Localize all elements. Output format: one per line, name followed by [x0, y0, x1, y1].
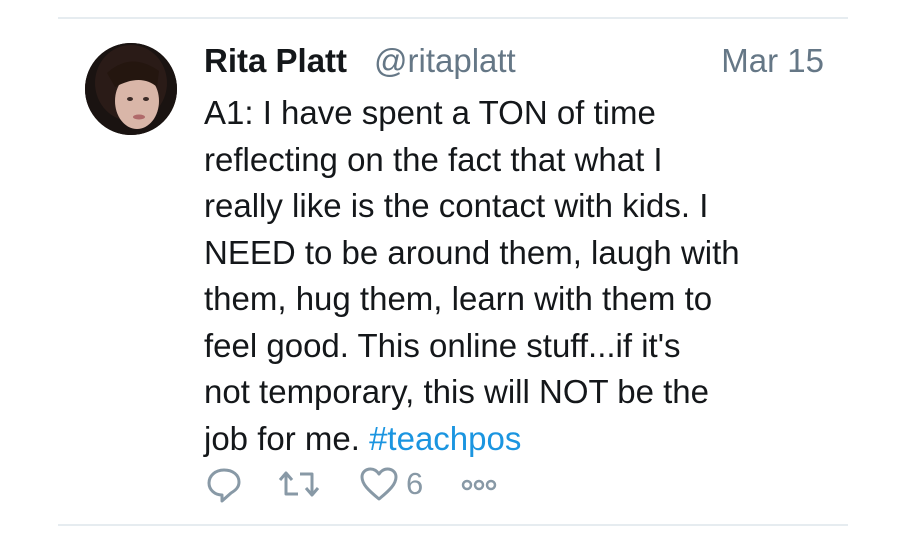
top-divider: [58, 17, 848, 19]
retweet-button[interactable]: [276, 462, 322, 506]
retweet-icon: [278, 471, 320, 497]
like-button[interactable]: 6: [358, 462, 423, 506]
tweet-page: Rita Platt @ritaplatt Mar 15 A1: I have …: [0, 0, 900, 542]
more-button[interactable]: [458, 462, 500, 506]
heart-icon: [360, 467, 398, 501]
tweet-timestamp[interactable]: Mar 15: [721, 38, 824, 84]
avatar[interactable]: [85, 43, 177, 135]
hashtag-link[interactable]: #teachpos: [369, 420, 521, 457]
reply-button[interactable]: [204, 462, 244, 506]
tweet-header: Rita Platt @ritaplatt Mar 15: [204, 38, 824, 88]
tweet-text-line: them, hug them, learn with them to: [204, 280, 713, 317]
tweet-text-line: NEED to be around them, laugh with: [204, 233, 740, 271]
tweet-text-line: really like is the contact with kids. I: [204, 187, 709, 224]
tweet-text-line: feel good. This online stuff...if it's: [204, 326, 681, 364]
author-handle[interactable]: @ritaplatt: [374, 38, 516, 84]
tweet-text-line: A1: I have spent a TON of time: [204, 94, 656, 131]
profile-photo-icon: [85, 43, 177, 135]
tweet-actions: 6: [204, 462, 534, 506]
reply-icon: [207, 468, 241, 503]
like-count: 6: [406, 466, 424, 501]
tweet-text-line: reflecting on the fact that what I: [204, 140, 663, 178]
tweet-text-line: job for me.: [204, 419, 360, 457]
tweet-text-last-line: job for me. #teachpos: [204, 416, 844, 463]
bottom-divider: [58, 524, 848, 526]
tweet-text: A1: I have spent a TON of time reflectin…: [204, 90, 844, 462]
more-icon: [461, 479, 497, 491]
tweet-text-line: not temporary, this will NOT be the: [204, 373, 709, 410]
author-name[interactable]: Rita Platt: [204, 38, 347, 84]
